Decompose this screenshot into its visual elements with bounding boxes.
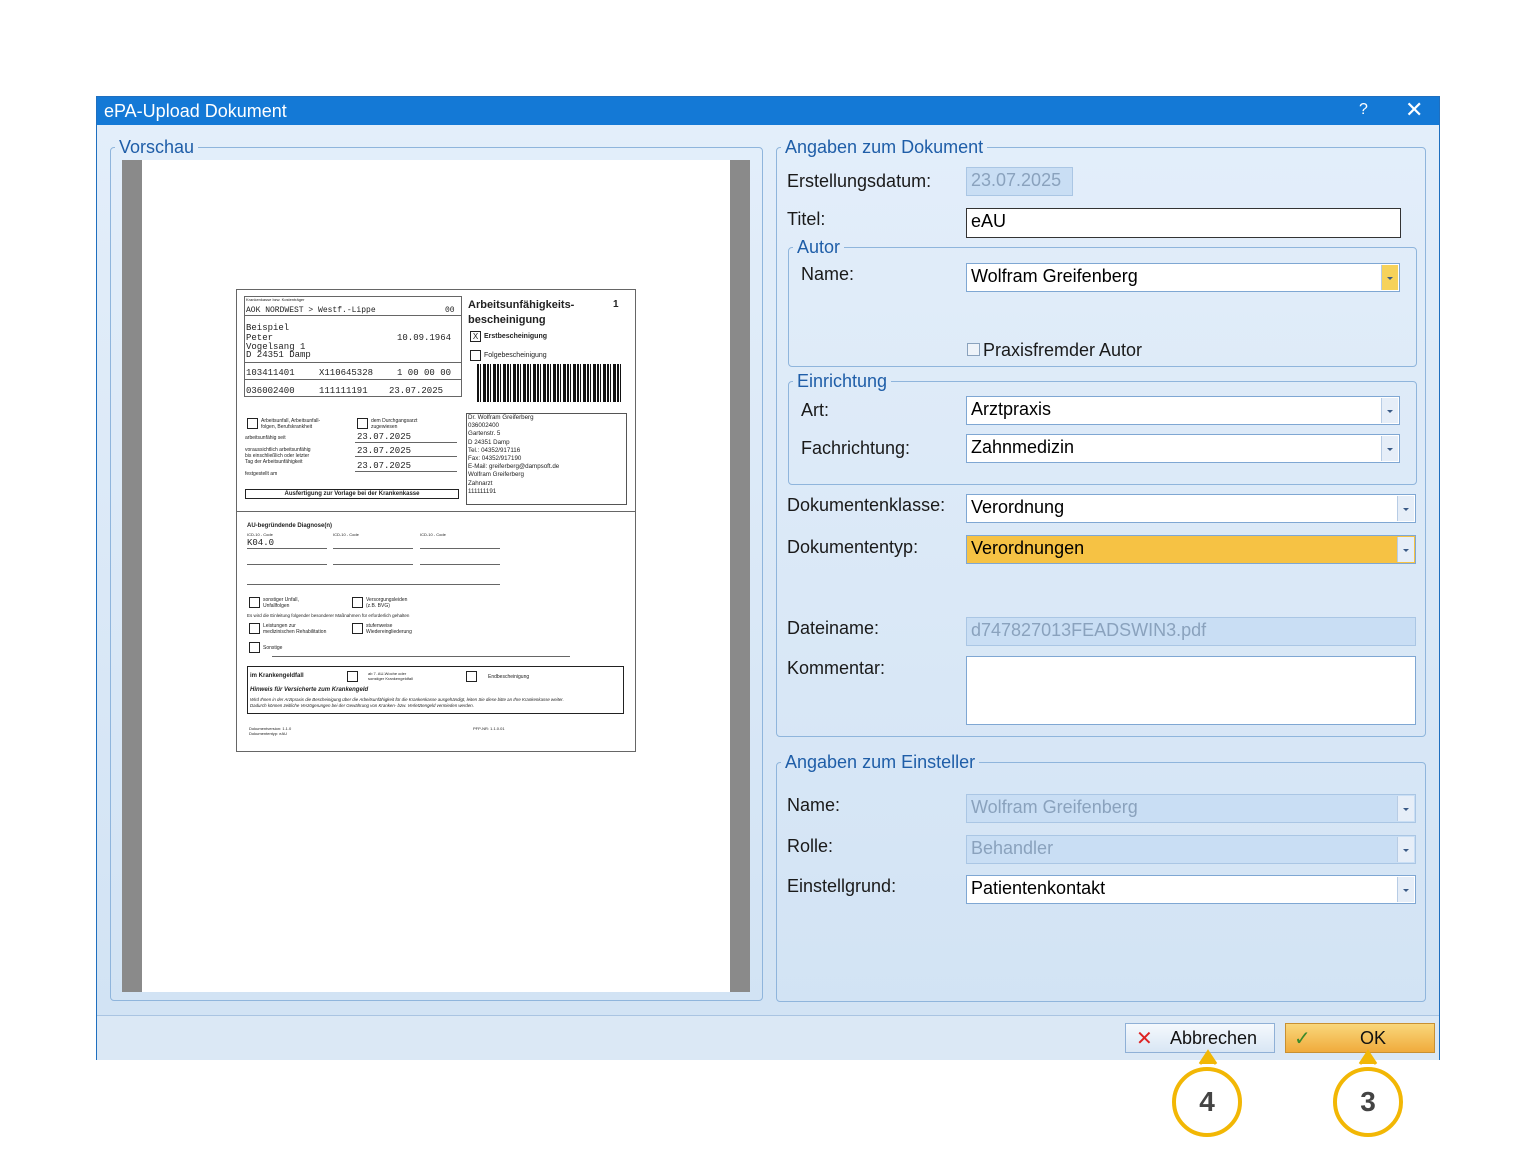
doc-doctor-line: Gartenstr. 5	[468, 430, 501, 438]
doc-doctor-line: 036002400	[468, 422, 499, 430]
role-select: Behandler	[966, 835, 1416, 864]
doc-name1: Beispiel	[246, 323, 290, 333]
role-label: Rolle:	[787, 836, 834, 856]
chevron-down-icon	[1397, 796, 1414, 821]
chevron-down-icon[interactable]	[1381, 436, 1398, 461]
doc-date2: 23.07.2025	[357, 446, 412, 456]
external-author-checkbox[interactable]	[967, 343, 980, 356]
help-button[interactable]: ?	[1359, 101, 1368, 119]
fachrichtung-select[interactable]: Zahnmedizin	[966, 434, 1400, 463]
uploader-name-value: Wolfram Greifenberg	[971, 797, 1138, 817]
doc-doctor-line: Tel.: 04352/917116	[468, 446, 521, 454]
doc-doctor-line: Wolfram Greiferberg	[468, 471, 524, 479]
doc-kasse-nr: 00	[445, 306, 455, 315]
doc-krankengeld: im Krankengeldfall	[250, 673, 304, 679]
chevron-down-icon	[1397, 837, 1414, 862]
doc-doctor-line: Zahnarzt	[468, 479, 493, 487]
doc-doctor-line: D 24351 Damp	[468, 438, 510, 446]
created-date-field: 23.07.2025	[966, 167, 1073, 196]
chevron-down-icon[interactable]	[1381, 265, 1398, 290]
doc-hinweis: Hinweis für Versicherte zum Krankengeld	[250, 687, 369, 693]
title-input[interactable]: eAU	[966, 208, 1401, 238]
doc-datum: 23.07.2025	[389, 386, 444, 396]
document-info-legend: Angaben zum Dokument	[785, 137, 984, 157]
callout-badge-cancel: 4	[1172, 1067, 1242, 1137]
reason-select[interactable]: Patientenkontakt	[966, 875, 1416, 904]
external-author-label: Praxisfremder Autor	[983, 340, 1143, 360]
filename-label: Dateiname:	[787, 618, 880, 638]
doc-date1: 23.07.2025	[357, 432, 412, 442]
comment-textarea[interactable]	[966, 656, 1416, 725]
art-label: Art:	[801, 400, 830, 420]
chevron-down-icon[interactable]	[1381, 398, 1398, 423]
document-class-select[interactable]: Verordnung	[966, 494, 1416, 523]
dialog-title: ePA-Upload Dokument	[104, 101, 287, 121]
doc-doctor-line: 111111191	[468, 487, 497, 495]
close-button[interactable]: ✕	[1405, 97, 1423, 123]
reason-value: Patientenkontakt	[971, 878, 1106, 898]
doc-doctor-line: Fax: 04352/917190	[468, 455, 522, 463]
facility-legend: Einrichtung	[797, 371, 888, 391]
doc-status: 1 00 00 00	[397, 368, 452, 378]
chevron-down-icon[interactable]	[1397, 877, 1414, 902]
author-name-label: Name:	[801, 264, 855, 284]
title-bar: ePA-Upload Dokument ? ✕	[97, 97, 1439, 125]
uploader-name-label: Name:	[787, 795, 841, 815]
comment-label: Kommentar:	[787, 658, 886, 678]
doc-folge-checkbox	[470, 350, 481, 361]
fachrichtung-label: Fachrichtung:	[801, 438, 911, 458]
doc-diagnosis-code: K04.0	[247, 538, 275, 548]
filename-field: d747827013FEADSWIN3.pdf	[966, 617, 1416, 646]
art-select[interactable]: Arztpraxis	[966, 396, 1400, 425]
document-type-value: Verordnungen	[971, 538, 1085, 558]
doc-copy-number: 1	[613, 299, 619, 310]
chevron-down-icon[interactable]	[1397, 537, 1414, 562]
doc-date3: 23.07.2025	[357, 461, 412, 471]
doc-lanr: 111111191	[319, 386, 368, 396]
doc-doctor-line: E-Mail: greiferberg@dampsoft.de	[468, 463, 560, 471]
doc-erst-checkbox: X	[470, 331, 481, 342]
doc-city: D 24351 Damp	[246, 350, 311, 360]
doc-title-line1: Arbeitsunfähigkeits-	[468, 299, 575, 311]
doc-versnr: X110645328	[319, 368, 374, 378]
chevron-down-icon[interactable]	[1397, 496, 1414, 521]
title-label: Titel:	[787, 209, 826, 229]
doc-birth: 10.09.1964	[397, 333, 452, 343]
uploader-info-legend: Angaben zum Einsteller	[785, 752, 976, 772]
doc-erst-label: Erstbescheinigung	[484, 333, 548, 340]
author-legend: Autor	[797, 237, 841, 257]
doc-barcode	[477, 364, 622, 402]
callout-badge-ok: 3	[1333, 1067, 1403, 1137]
doc-bsnr: 036002400	[246, 386, 295, 396]
doc-ausfertigung: Ausfertigung zur Vorlage bei der Kranken…	[245, 489, 459, 499]
doc-doctor-line: Dr. Wolfram Greiferberg	[468, 414, 534, 421]
preview-legend: Vorschau	[119, 137, 195, 157]
document-type-label: Dokumententyp:	[787, 537, 919, 557]
author-name-select[interactable]: Wolfram Greifenberg	[966, 263, 1400, 292]
reason-label: Einstellgrund:	[787, 876, 897, 896]
doc-title-line2: bescheinigung	[468, 314, 546, 326]
doc-kassennr: 103411401	[246, 368, 295, 378]
au-document-preview: Krankenkasse bzw. Kostenträger AOK NORDW…	[236, 289, 636, 752]
document-class-value: Verordnung	[971, 497, 1065, 517]
uploader-name-select: Wolfram Greifenberg	[966, 794, 1416, 823]
role-value: Behandler	[971, 838, 1054, 858]
facility-group: Einrichtung	[788, 371, 1417, 485]
fachrichtung-value: Zahnmedizin	[971, 437, 1075, 457]
cross-icon: ✕	[1136, 1028, 1153, 1050]
art-value: Arztpraxis	[971, 399, 1052, 419]
author-name-value: Wolfram Greifenberg	[971, 266, 1138, 286]
document-class-label: Dokumentenklasse:	[787, 495, 946, 515]
doc-doctor-stamp: Dr. Wolfram Greiferberg 036002400 Gartenst…	[468, 414, 559, 496]
document-type-select[interactable]: Verordnungen	[966, 535, 1416, 564]
doc-kasse: AOK NORDWEST > Westf.-Lippe	[246, 306, 376, 315]
doc-diagnosis-head: AU-begründende Diagnose(n)	[247, 523, 332, 529]
doc-folge-label: Folgebescheinigung	[484, 352, 547, 359]
created-date-label: Erstellungsdatum:	[787, 171, 932, 191]
